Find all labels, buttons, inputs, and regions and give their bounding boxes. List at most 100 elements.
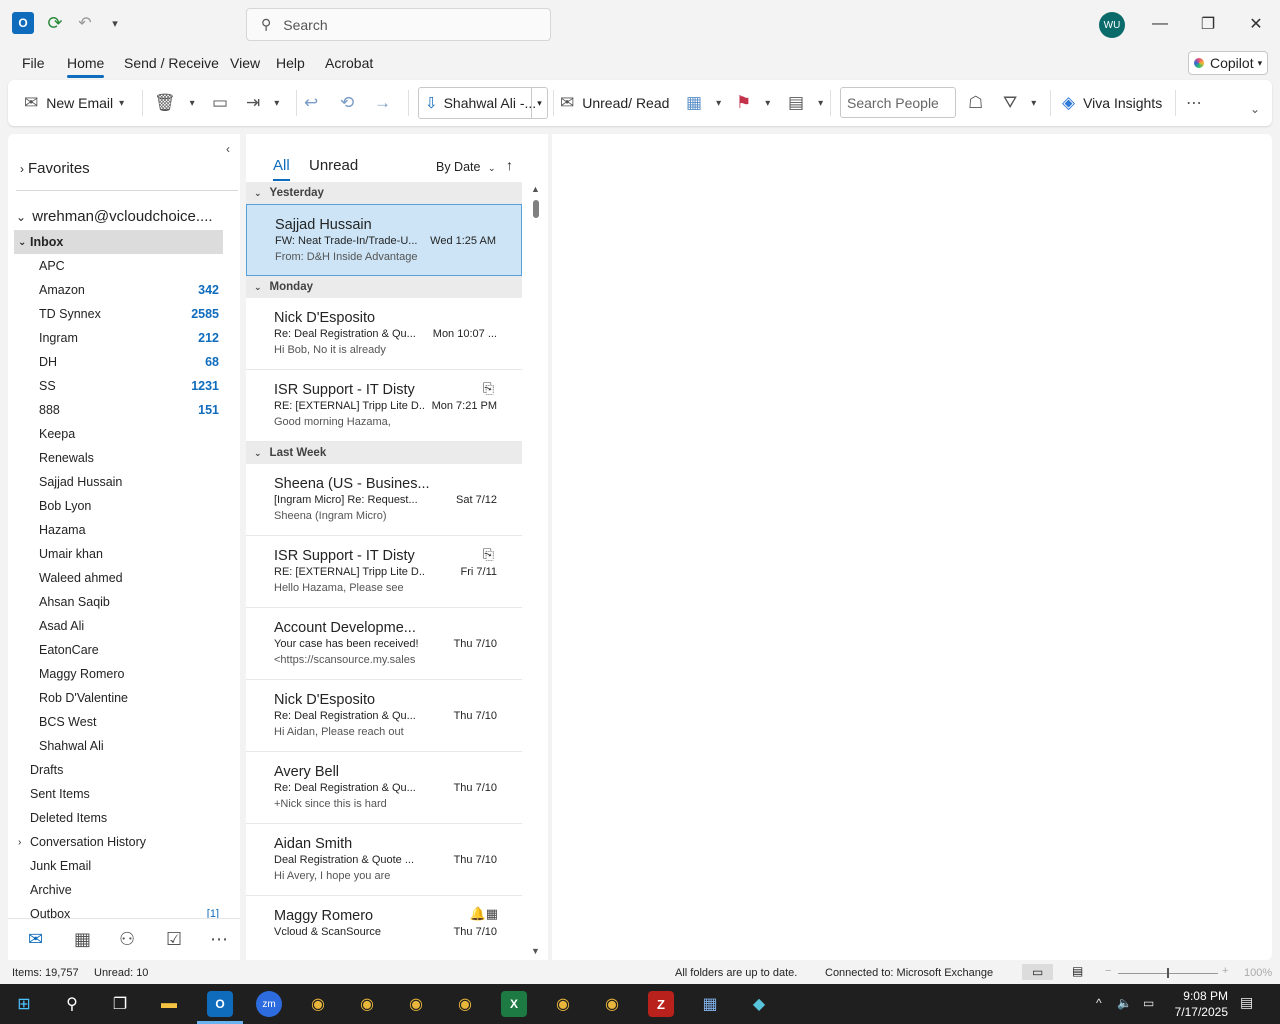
folder-item-amazon[interactable]: Amazon 342 bbox=[14, 278, 223, 302]
restore-icon[interactable]: ❐ bbox=[1194, 10, 1222, 38]
account-header[interactable]: ⌄ wrehman@vcloudchoice.... bbox=[16, 208, 213, 225]
folder-item-apc[interactable]: APC bbox=[14, 254, 223, 278]
scroll-down-icon[interactable]: ▼ bbox=[531, 946, 540, 956]
chrome-profile-icon[interactable]: ◉ bbox=[403, 991, 429, 1017]
outlook-app-icon[interactable]: O bbox=[207, 991, 233, 1017]
forward-button[interactable]: → bbox=[374, 88, 399, 118]
folder-item-maggy-romero[interactable]: Maggy Romero bbox=[14, 662, 223, 686]
folder-item-keepa[interactable]: Keepa bbox=[14, 422, 223, 446]
minimize-icon[interactable]: — bbox=[1146, 10, 1174, 38]
remote-app-icon[interactable]: ◆ bbox=[746, 991, 772, 1017]
unread-read-button[interactable]: ✉ Unread/ Read bbox=[560, 88, 669, 118]
tab-file[interactable]: File bbox=[22, 55, 45, 71]
new-email-button[interactable]: ✉ New Email ▾ bbox=[24, 88, 124, 118]
folder-item-hazama[interactable]: Hazama bbox=[14, 518, 223, 542]
folder-item-ingram[interactable]: Ingram 212 bbox=[14, 326, 223, 350]
tab-home[interactable]: Home bbox=[67, 55, 105, 78]
folder-item-bob-lyon[interactable]: Bob Lyon bbox=[14, 494, 223, 518]
close-icon[interactable]: ✕ bbox=[1242, 10, 1270, 38]
file-explorer-icon[interactable]: ▬ bbox=[156, 991, 182, 1017]
folder-item-waleed-ahmed[interactable]: Waleed ahmed bbox=[14, 566, 223, 590]
more-options-button[interactable]: ⋯ bbox=[1186, 88, 1210, 118]
follow-up-button[interactable]: ⚑ ▾ bbox=[736, 88, 770, 118]
folder-item-deleted-items[interactable]: Deleted Items bbox=[14, 806, 223, 830]
copilot-button[interactable]: Copilot ▾ bbox=[1188, 51, 1268, 75]
ribbon-collapse-button[interactable]: ⌄ bbox=[1250, 94, 1268, 124]
folder-item-umair-khan[interactable]: Umair khan bbox=[14, 542, 223, 566]
folder-item-asad-ali[interactable]: Asad Ali bbox=[14, 614, 223, 638]
more-apps-icon[interactable]: ⋯ bbox=[210, 929, 228, 950]
undo-icon[interactable]: ↶ bbox=[74, 12, 96, 34]
folder-item-td-synnex[interactable]: TD Synnex 2585 bbox=[14, 302, 223, 326]
chrome-profile-icon[interactable]: ◉ bbox=[452, 991, 478, 1017]
zoom-in-icon[interactable]: + bbox=[1222, 965, 1228, 977]
folder-item-sent-items[interactable]: Sent Items bbox=[14, 782, 223, 806]
folder-item-rob-d-valentine[interactable]: Rob D'Valentine bbox=[14, 686, 223, 710]
message-item[interactable]: Sheena (US - Busines... [Ingram Micro] Re… bbox=[246, 464, 522, 536]
folder-item-bcs-west[interactable]: BCS West bbox=[14, 710, 223, 734]
message-item[interactable]: Maggy Romero Vcloud & ScanSource Thu 7/10 🔔… bbox=[246, 896, 522, 968]
network-icon[interactable]: ▭ bbox=[1143, 996, 1154, 1010]
folder-item-junk-email[interactable]: Junk Email bbox=[14, 854, 223, 878]
chrome-icon[interactable]: ◉ bbox=[305, 991, 331, 1017]
customize-toolbar-icon[interactable]: ▾ bbox=[104, 12, 126, 34]
folder-item-archive[interactable]: Archive bbox=[14, 878, 223, 902]
message-item[interactable]: ISR Support - IT Disty RE: [EXTERNAL] Tri… bbox=[246, 536, 522, 608]
tab-all[interactable]: All bbox=[273, 157, 290, 181]
tab-view[interactable]: View bbox=[230, 55, 260, 71]
message-item[interactable]: Account Developme... Your case has been r… bbox=[246, 608, 522, 680]
reply-button[interactable]: ↩ bbox=[304, 88, 326, 118]
delete-button[interactable]: 🗑 ▾ bbox=[154, 88, 195, 118]
folder-item-renewals[interactable]: Renewals bbox=[14, 446, 223, 470]
message-list-scrollbar[interactable]: ▲ ▼ bbox=[530, 184, 542, 960]
folder-item-conversation-history[interactable]: › Conversation History bbox=[14, 830, 223, 854]
tab-unread[interactable]: Unread bbox=[309, 157, 358, 174]
search-input[interactable]: ⚲ Search bbox=[246, 8, 551, 41]
tasks-icon[interactable]: ☑ bbox=[166, 929, 182, 950]
reading-view-icon[interactable]: ▤ bbox=[1072, 964, 1083, 978]
folder-item-eatoncare[interactable]: EatonCare bbox=[14, 638, 223, 662]
message-item[interactable]: Aidan Smith Deal Registration & Quote ...… bbox=[246, 824, 522, 896]
message-item[interactable]: Sajjad Hussain FW: Neat Trade-In/Trade-U.… bbox=[246, 204, 522, 276]
calculator-icon[interactable]: ▦ bbox=[697, 991, 723, 1017]
task-view-icon[interactable]: ❐ bbox=[107, 991, 133, 1017]
move-button[interactable]: ⇥ ▾ bbox=[246, 88, 279, 118]
date-group-header[interactable]: ⌄ Yesterday bbox=[246, 182, 522, 204]
date-group-header[interactable]: ⌄ Last Week bbox=[246, 442, 522, 464]
folder-item-ahsan-saqib[interactable]: Ahsan Saqib bbox=[14, 590, 223, 614]
scrollbar-thumb[interactable] bbox=[533, 200, 539, 218]
excel-icon[interactable]: X bbox=[501, 991, 527, 1017]
volume-muted-icon[interactable]: 🔈 bbox=[1117, 996, 1132, 1010]
viva-insights-button[interactable]: ◈ Viva Insights bbox=[1062, 88, 1162, 118]
calendar-icon[interactable]: ▦ bbox=[74, 929, 91, 950]
folder-item-dh[interactable]: DH 68 bbox=[14, 350, 223, 374]
mail-icon[interactable]: ✉ bbox=[28, 929, 43, 950]
sort-by-date-button[interactable]: By Date ⌄ bbox=[436, 160, 496, 174]
chrome-profile-icon[interactable]: ◉ bbox=[550, 991, 576, 1017]
tab-acrobat[interactable]: Acrobat bbox=[325, 55, 373, 71]
collapse-pane-icon[interactable]: ‹ bbox=[226, 142, 230, 156]
search-people-input[interactable]: Search People bbox=[840, 87, 956, 118]
folder-item-sajjad-hussain[interactable]: Sajjad Hussain bbox=[14, 470, 223, 494]
avatar[interactable]: WU bbox=[1099, 12, 1125, 38]
zoom-slider-thumb[interactable] bbox=[1167, 968, 1169, 978]
tab-send-receive[interactable]: Send / Receive bbox=[124, 55, 219, 71]
scroll-up-icon[interactable]: ▲ bbox=[531, 184, 540, 194]
rules-button[interactable]: ▤ ▾ bbox=[788, 88, 823, 118]
people-icon[interactable]: ⚇ bbox=[119, 929, 135, 950]
message-item[interactable]: ISR Support - IT Disty RE: [EXTERNAL] Tri… bbox=[246, 370, 522, 442]
chrome-profile-icon[interactable]: ◉ bbox=[599, 991, 625, 1017]
message-item[interactable]: Avery Bell Re: Deal Registration & Qu... T… bbox=[246, 752, 522, 824]
chevron-down-icon[interactable]: ▾ bbox=[531, 88, 547, 118]
filezilla-icon[interactable]: Z bbox=[648, 991, 674, 1017]
folder-item-ss[interactable]: SS 1231 bbox=[14, 374, 223, 398]
folder-item-888[interactable]: 888 151 bbox=[14, 398, 223, 422]
zoom-app-icon[interactable]: zm bbox=[256, 991, 282, 1017]
filter-email-button[interactable]: ⛛ ▾ bbox=[1003, 88, 1036, 118]
sort-direction-icon[interactable]: ↑ bbox=[506, 157, 513, 173]
date-group-header[interactable]: ⌄ Monday bbox=[246, 276, 522, 298]
show-hidden-icons-icon[interactable]: ^ bbox=[1096, 996, 1102, 1010]
notifications-icon[interactable]: ▤ bbox=[1240, 994, 1253, 1011]
categorize-button[interactable]: ▦ ▾ bbox=[686, 88, 721, 118]
normal-view-icon[interactable]: ▭ bbox=[1022, 964, 1054, 980]
